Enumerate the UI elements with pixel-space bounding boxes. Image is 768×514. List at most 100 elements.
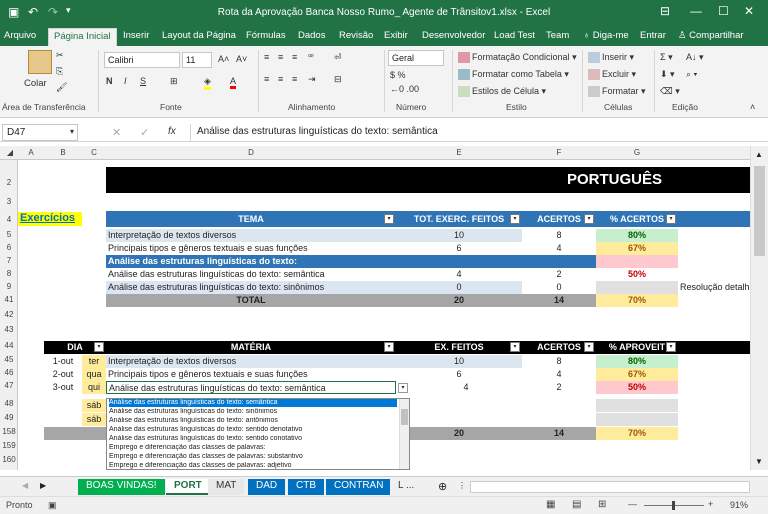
row-header[interactable]: 158 [0,427,18,436]
options-icon[interactable]: ⋮ [458,481,466,490]
close-button[interactable]: ✕ [744,4,754,18]
number-format-select[interactable]: Geral [388,50,444,66]
font-color-icon[interactable]: A [230,76,237,89]
table-cell[interactable]: 4 [522,368,596,381]
sheet-tab-ctb[interactable]: CTB [288,479,324,495]
table-cell-pct[interactable]: 67% [596,368,678,381]
date-cell[interactable]: 1-out [44,355,82,368]
tab-desenvolvedor[interactable]: Desenvolvedor [422,30,485,41]
row-header[interactable]: 2 [0,178,18,187]
wrap-text-icon[interactable]: ⏎ [334,52,342,63]
borders-icon[interactable]: ⊞ [170,76,178,87]
table-cell-pct[interactable]: 80% [596,355,678,368]
list-item[interactable]: Emprego e diferenciação das classes de p… [109,453,397,461]
insert-function-icon[interactable]: fx [168,126,176,137]
paste-button[interactable]: Colar [24,78,47,89]
sheet-tab-dad[interactable]: DAD [248,479,286,495]
table-cell[interactable]: 0 [522,281,596,294]
decimal-icon[interactable]: ←0 .00 [390,84,419,94]
weekday-cell[interactable]: sáb [82,399,106,412]
enter-icon[interactable]: ✓ [140,126,149,139]
row-header[interactable]: 5 [0,230,18,239]
column-header[interactable]: D [106,148,396,157]
indent-icon[interactable]: ⇥ [308,74,316,85]
tab-team[interactable]: Team [546,30,569,41]
autosum-icon[interactable]: Σ ▾ [660,52,673,63]
tell-me-search[interactable]: ♁ Diga-me [583,30,629,41]
prev-sheet-icon[interactable]: ◀ [22,481,28,490]
grow-font-icon[interactable]: A˄ [218,54,229,64]
tab-arquivo[interactable]: Arquivo [4,30,36,41]
resolution-note[interactable]: Resolução detalh [678,281,750,294]
row-header[interactable]: 44 [0,341,18,350]
exercicios-link[interactable]: Exercícios [18,212,82,226]
table-cell-pct[interactable]: 50% [596,381,678,394]
sheet-tab-port[interactable]: PORT [166,479,210,495]
tab-exibir[interactable]: Exibir [384,30,408,41]
horizontal-scrollbar[interactable] [470,481,750,493]
table-cell[interactable]: 6 [396,368,522,381]
share-button[interactable]: ♙ Compartilhar [678,30,744,41]
column-header[interactable]: E [396,148,522,157]
list-item[interactable]: Emprego e diferenciação das classes de p… [109,444,397,452]
list-item[interactable]: Análise das estruturas linguísticas do t… [109,408,397,416]
find-select-icon[interactable]: ⌕ ▾ [686,69,697,80]
cell-styles-button[interactable]: Estilos de Célula ▾ [458,86,546,98]
table-cell[interactable]: 10 [396,355,522,368]
list-item[interactable]: Análise das estruturas linguísticas do t… [109,435,397,443]
tab-layout[interactable]: Layout da Página [162,30,236,41]
row-header[interactable]: 42 [0,310,18,319]
align-top-icon[interactable]: ≡ [264,52,269,62]
cut-icon[interactable]: ✂ [56,50,64,61]
scroll-down-icon[interactable]: ▼ [755,457,763,466]
list-item[interactable]: Análise das estruturas linguísticas do t… [109,417,397,425]
align-bottom-icon[interactable]: ≡ [292,52,297,62]
table-cell[interactable]: 2 [522,381,596,394]
filter-dropdown-icon[interactable]: ▾ [510,342,520,352]
formula-input[interactable]: Análise das estruturas linguísticas do t… [190,124,766,141]
row-header[interactable]: 47 [0,381,18,390]
table-cell[interactable]: 4 [396,268,522,281]
zoom-out-icon[interactable]: — [628,499,637,509]
tab-revisao[interactable]: Revisão [339,30,373,41]
sort-filter-icon[interactable]: A↓ ▾ [686,52,704,63]
namebox-dropdown-icon[interactable]: ▾ [70,127,74,136]
sheet-tab-boas-vindas[interactable]: BOAS VINDAS! [78,479,165,495]
table-row-tema[interactable]: Análise das estruturas linguísticas do t… [106,268,396,281]
merge-center-icon[interactable]: ⊟ [334,74,342,85]
date-cell[interactable]: 3-out [44,381,82,394]
minimize-button[interactable]: — [690,4,702,18]
delete-cells-button[interactable]: Excluir ▾ [588,69,636,81]
table-cell[interactable]: 8 [522,229,596,242]
table-row-section[interactable]: Análise das estruturas linguísticas do t… [106,255,596,268]
scroll-thumb[interactable] [401,409,408,425]
table-cell[interactable]: 4 [522,242,596,255]
table-row-tema[interactable]: Principais tipos e gêneros textuais e su… [106,242,396,255]
validation-dropdown-list[interactable]: Análise das estruturas linguísticas do t… [106,398,410,470]
fill-color-icon[interactable]: ◈ [204,76,211,90]
column-header[interactable]: G [596,148,678,157]
zoom-in-icon[interactable]: + [708,499,713,509]
table-cell[interactable]: 6 [396,242,522,255]
font-name-select[interactable]: Calibri [104,52,180,68]
filter-dropdown-icon[interactable]: ▾ [94,342,104,352]
table-row-tema[interactable]: Análise das estruturas linguísticas do t… [106,281,396,294]
insert-cells-button[interactable]: Inserir ▾ [588,52,634,64]
sheet-tab-contran[interactable]: CONTRAN [326,479,392,495]
normal-view-icon[interactable]: ▦ [546,499,555,510]
filter-dropdown-icon[interactable]: ▾ [666,342,676,352]
sheet-tab-more[interactable]: L ... [390,479,423,495]
column-header[interactable]: F [522,148,596,157]
row-header[interactable]: 159 [0,441,18,450]
add-sheet-icon[interactable]: ⊕ [438,480,447,493]
fill-icon[interactable]: ⬇ ▾ [660,69,675,80]
shrink-font-icon[interactable]: A˅ [236,54,247,64]
column-header[interactable]: B [44,148,82,157]
row-header[interactable]: 4 [0,215,18,224]
column-header[interactable]: A [18,148,44,157]
weekday-cell[interactable]: ter [82,355,106,368]
next-sheet-icon[interactable]: ▶ [40,481,46,490]
table-row-tema[interactable]: Interpretação de textos diversos [106,229,396,242]
align-middle-icon[interactable]: ≡ [278,52,283,62]
table-cell[interactable]: 2 [522,268,596,281]
